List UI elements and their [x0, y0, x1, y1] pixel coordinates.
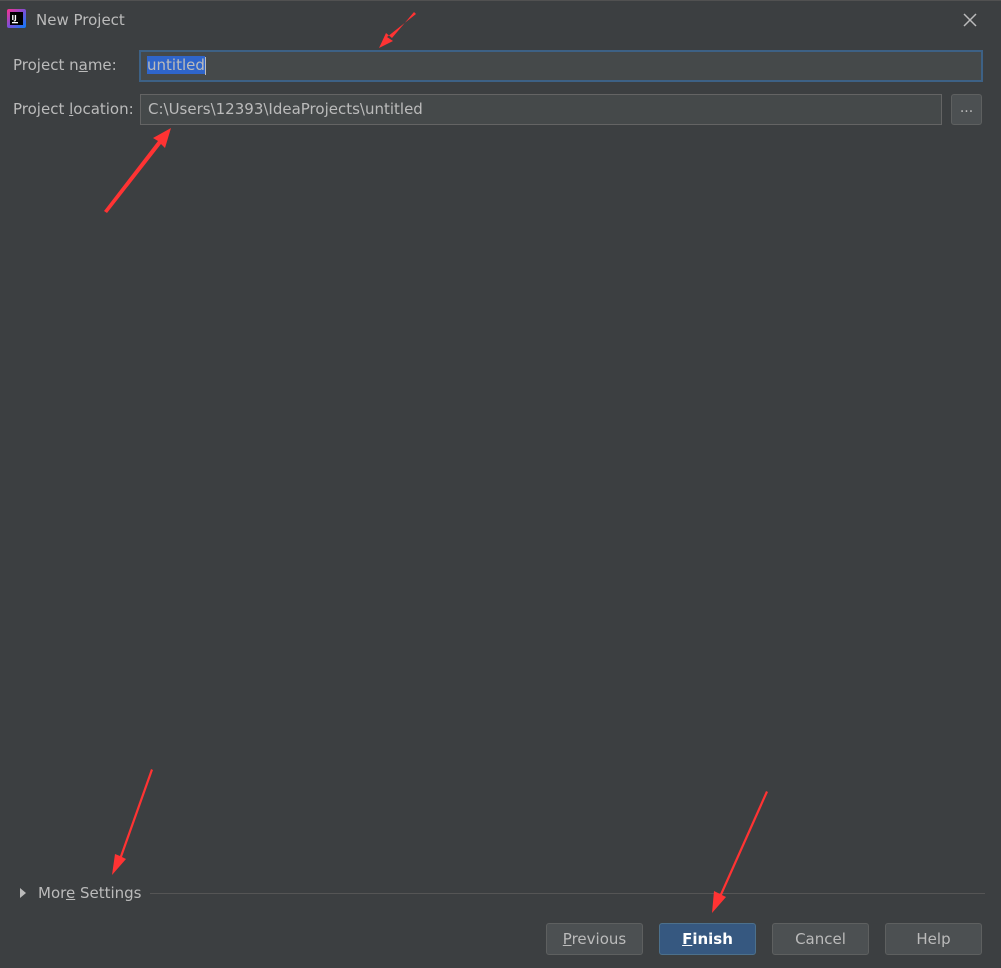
svg-text:IJ: IJ: [12, 14, 17, 22]
annotation-arrow-icon: [112, 769, 153, 875]
intellij-idea-icon: IJ: [7, 9, 26, 28]
project-location-label: Project location:: [13, 100, 134, 118]
window-title: New Project: [36, 11, 125, 29]
more-settings-label: More Settings: [38, 884, 142, 902]
triangle-right-icon: [20, 888, 26, 898]
project-name-label: Project name:: [13, 56, 117, 74]
project-location-value: C:\Users\12393\IdeaProjects\untitled: [148, 100, 423, 118]
project-name-value: untitled: [147, 56, 205, 74]
finish-button[interactable]: Finish: [659, 923, 756, 955]
annotation-arrow-icon: [104, 128, 171, 213]
more-settings-divider: [150, 893, 985, 894]
previous-button[interactable]: Previous: [546, 923, 643, 955]
close-icon[interactable]: [958, 8, 982, 32]
project-location-input[interactable]: C:\Users\12393\IdeaProjects\untitled: [140, 94, 942, 125]
new-project-dialog: IJ New Project Project name: untitled Pr…: [0, 0, 1001, 968]
help-button[interactable]: Help: [885, 923, 982, 955]
browse-button[interactable]: ...: [951, 94, 982, 125]
project-name-input[interactable]: untitled: [139, 50, 983, 82]
annotation-arrows: [104, 12, 768, 913]
cancel-button[interactable]: Cancel: [772, 923, 869, 955]
annotation-arrow-icon: [712, 791, 768, 913]
text-caret: [204, 56, 206, 75]
title-bar: IJ New Project: [0, 1, 1001, 39]
